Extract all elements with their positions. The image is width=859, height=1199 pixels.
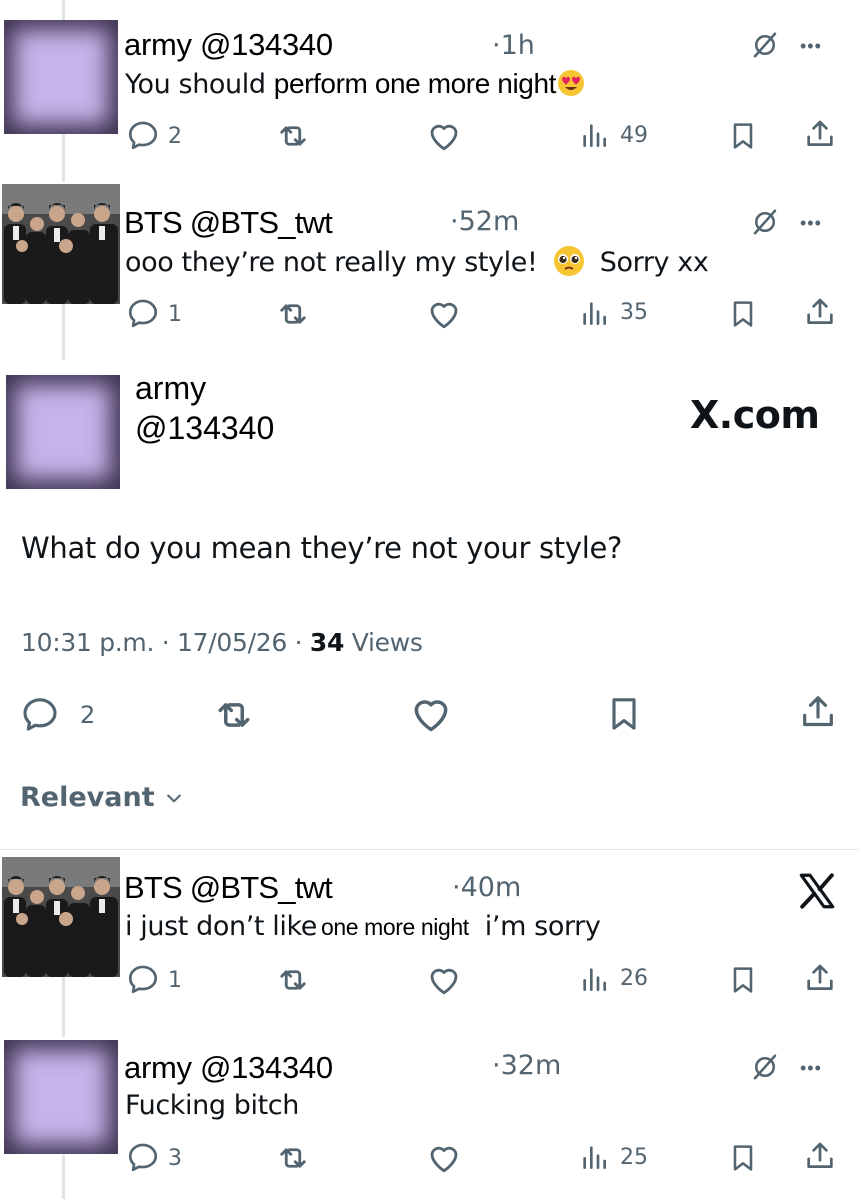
tweet-meta: 10:31 p.m. · 17/05/26 · 34 Views [21,628,423,657]
tweet-text: ooo they’re not really my style! Sorry x… [125,244,709,278]
tweet-text-part: ooo they’re not really my style! [125,247,538,278]
tweet-text-part: i just don’t like [125,911,317,942]
timestamp[interactable]: ·1h [492,30,535,61]
retweet-icon[interactable] [275,118,311,154]
tweet-text: What do you mean they’re not your style? [21,531,623,565]
sort-dropdown[interactable]: Relevant [20,782,184,813]
more-icon[interactable]: ••• [800,213,822,234]
retweet-icon[interactable] [212,693,256,737]
timestamp[interactable]: ·32m [492,1050,561,1081]
bookmark-icon[interactable] [727,119,759,153]
share-icon[interactable] [798,690,838,734]
avatar[interactable] [4,1040,118,1154]
reply-count: 2 [168,124,182,149]
retweet-icon[interactable] [275,962,311,998]
reply-icon[interactable] [126,118,160,152]
share-icon[interactable] [803,960,837,996]
views-icon[interactable] [578,296,610,330]
bookmark-icon[interactable] [727,1141,759,1175]
avatar[interactable] [2,857,120,977]
more-icon[interactable]: ••• [800,1058,822,1079]
thread-line [62,977,65,1037]
retweet-icon[interactable] [275,296,311,332]
avatar[interactable] [4,20,118,134]
divider [0,849,859,850]
reply-count: 1 [168,302,182,327]
timestamp[interactable]: ·40m [452,872,521,903]
like-icon[interactable] [425,1140,463,1176]
like-icon[interactable] [425,296,463,332]
reply-icon[interactable] [20,694,60,734]
reply-count: 3 [168,1146,182,1171]
bookmark-icon[interactable] [604,692,644,736]
reply-count: 2 [80,701,96,729]
views-label: Views [344,628,423,657]
thread-line [62,304,65,360]
tweet-datetime[interactable]: 10:31 p.m. · 17/05/26 · [21,628,310,657]
views-icon[interactable] [578,962,610,996]
author-name[interactable]: army @134340 [124,1050,333,1086]
grok-icon[interactable] [750,30,780,60]
chevron-down-icon [167,794,181,803]
tweet-text-overlay: one more night [320,914,469,940]
thread-line [62,0,65,20]
share-icon[interactable] [803,1138,837,1174]
views-count: 34 [309,628,345,657]
tweet-text: You should perform one more night [125,68,586,100]
views-icon[interactable] [578,118,610,152]
tweet-text-overlay: perform one more night [273,68,557,99]
author-handle[interactable]: @134340 [135,410,274,446]
author-name[interactable]: BTS @BTS_twt [124,205,333,241]
reply-icon[interactable] [126,962,160,996]
tweet-text-part: Sorry xx [599,247,709,278]
view-count: 49 [620,123,648,148]
reply-icon[interactable] [126,1140,160,1174]
heart-eyes-emoji-icon [558,70,584,96]
reply-icon[interactable] [126,296,160,330]
tweet-text-part: i’m sorry [484,911,601,942]
grok-icon[interactable] [750,207,780,237]
like-icon[interactable] [408,692,454,736]
like-icon[interactable] [425,962,463,998]
x-logo-icon [796,870,838,912]
grok-icon[interactable] [750,1052,780,1082]
view-count: 35 [620,300,648,325]
thread-line [62,134,65,182]
sort-label: Relevant [20,782,155,813]
share-icon[interactable] [803,294,837,330]
tweet-text-part: You should [125,69,266,100]
like-icon[interactable] [425,118,463,154]
avatar[interactable] [2,184,120,304]
tweet-text: Fucking bitch [125,1090,299,1121]
thread-line [62,1155,65,1199]
reply-count: 1 [168,968,182,993]
views-icon[interactable] [578,1140,610,1174]
view-count: 26 [620,966,648,991]
share-icon[interactable] [803,116,837,152]
avatar[interactable] [6,375,120,489]
author-name[interactable]: army [135,370,206,406]
brand-watermark: X.com [690,393,820,437]
retweet-icon[interactable] [275,1140,311,1176]
author-name[interactable]: army @134340 [124,27,333,63]
bookmark-icon[interactable] [727,297,759,331]
view-count: 25 [620,1145,648,1170]
timestamp[interactable]: ·52m [450,206,519,237]
more-icon[interactable]: ••• [800,36,822,57]
tweet-text: i just don’t like one more night i’m sorry [125,911,601,942]
author-name[interactable]: BTS @BTS_twt [124,870,333,906]
pleading-face-emoji-icon [553,246,584,276]
bookmark-icon[interactable] [727,963,759,997]
